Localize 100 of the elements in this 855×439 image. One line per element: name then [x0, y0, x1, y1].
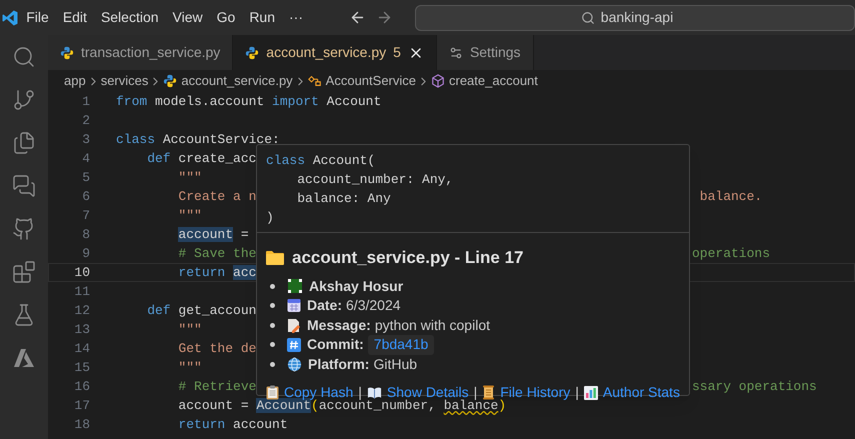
menu-item[interactable]: ··· [283, 3, 309, 32]
line-number: 4 [81, 150, 90, 168]
command-search-field[interactable]: banking-api [415, 4, 855, 30]
code-token: class [266, 153, 306, 168]
code-token: operations [692, 246, 770, 261]
code-token: account_number: Any, [296, 172, 454, 187]
field-label: Date: [307, 296, 342, 315]
python-icon [245, 46, 260, 60]
field-label: Message: [307, 316, 371, 335]
code-token: account = [177, 398, 250, 413]
problem-count: 5 [393, 43, 401, 62]
commit-hash[interactable]: 7bda41b [368, 335, 434, 354]
line-number: 11 [73, 283, 90, 301]
code-token: import [272, 94, 319, 109]
author-name: Akshay Hosur [309, 276, 404, 296]
blame-title: account_service.py - Line 17 [292, 247, 524, 269]
line-number: 9 [81, 245, 90, 263]
line-number: 15 [73, 359, 90, 377]
code-token: account_number, [318, 398, 437, 413]
scroll-icon [482, 385, 496, 400]
separator: | [358, 383, 362, 400]
action-link[interactable]: Author Stats [602, 382, 680, 403]
python-icon [60, 46, 74, 60]
line-number: 13 [73, 321, 90, 339]
search-icon [580, 10, 595, 24]
line-number: 8 [81, 226, 90, 244]
line-number: 14 [73, 340, 90, 358]
avatar-icon [287, 278, 303, 294]
code-token: return [177, 265, 226, 280]
code-token: account [178, 227, 234, 242]
line-number: 1 [81, 93, 90, 111]
menu-item[interactable]: Edit [56, 3, 93, 32]
code-token: ssary operations [692, 379, 817, 394]
code-token: models.account [154, 94, 266, 109]
code-token: def [146, 151, 171, 166]
field-label: Platform: [308, 354, 370, 374]
code-token: = [240, 227, 249, 242]
azure-icon[interactable] [12, 346, 36, 370]
code-token: get_accoun [177, 303, 256, 318]
code-token: Account [326, 94, 382, 109]
code-token: """ [177, 170, 202, 185]
extensions-icon[interactable] [12, 260, 36, 284]
code-token: """ [177, 208, 202, 223]
code-token: balance. [698, 189, 762, 204]
line-number: 6 [81, 188, 90, 206]
code-token: """ [177, 322, 202, 337]
editor-tab[interactable]: Settings [436, 35, 534, 70]
tab-label: account_service.py [266, 43, 386, 62]
settings-icon [448, 46, 463, 60]
globe-icon [287, 356, 302, 372]
line-number: 17 [73, 397, 90, 415]
breadcrumb-item[interactable]: AccountService [308, 71, 416, 91]
code-token: account [232, 417, 288, 432]
breadcrumb-item[interactable]: app [64, 71, 86, 91]
code-token: # Retrieve [177, 379, 256, 394]
code-token: Account( [312, 153, 376, 168]
line-number: 18 [73, 416, 90, 434]
branch-icon[interactable] [12, 88, 36, 112]
class-icon [308, 74, 322, 88]
code-token: class [116, 132, 156, 147]
code-token: return [177, 417, 226, 432]
menu-item[interactable]: View [166, 3, 209, 32]
separator: | [575, 383, 579, 402]
code-token: ) [498, 398, 506, 413]
chat-icon[interactable] [12, 174, 36, 198]
menu-item[interactable]: Run [243, 3, 281, 32]
code-token: balance: Any [296, 191, 391, 206]
menu-item[interactable]: Go [210, 3, 242, 32]
field-value: python with copilot [374, 316, 490, 335]
menu-item[interactable]: Selection [94, 3, 165, 32]
code-token: Create a n [177, 189, 256, 204]
code-token: from [116, 94, 148, 109]
line-number: 12 [73, 302, 90, 320]
python-icon [163, 74, 178, 88]
breadcrumb-item[interactable]: create_account [431, 71, 538, 91]
search-icon[interactable] [12, 45, 36, 69]
editor-tab[interactable]: account_service.py 5 [233, 35, 437, 70]
tab-label: Settings [470, 43, 521, 62]
code-token: acc [233, 265, 256, 280]
line-number: 5 [81, 169, 90, 187]
separator: | [474, 383, 478, 400]
files-icon[interactable] [12, 131, 36, 155]
editor-logo-icon [1, 8, 20, 26]
folder-icon [266, 250, 284, 266]
code-token: create_acc [177, 151, 256, 166]
line-number: 3 [81, 131, 90, 149]
line-number: 7 [81, 207, 90, 225]
code-token: """ [177, 360, 202, 375]
hash-icon [287, 338, 301, 352]
code-token: def [146, 303, 171, 318]
code-token: balance [444, 398, 498, 413]
breadcrumb-item[interactable]: services [100, 71, 148, 91]
cube-icon [431, 74, 445, 88]
book-icon [366, 386, 382, 399]
line-number: 16 [73, 378, 90, 396]
tab-label: transaction_service.py [81, 43, 220, 62]
line-number: 2 [81, 112, 90, 130]
editor-tab[interactable]: transaction_service.py [48, 35, 234, 70]
breadcrumb-item[interactable]: account_service.py [163, 71, 293, 91]
menu-item[interactable]: File [20, 3, 55, 32]
